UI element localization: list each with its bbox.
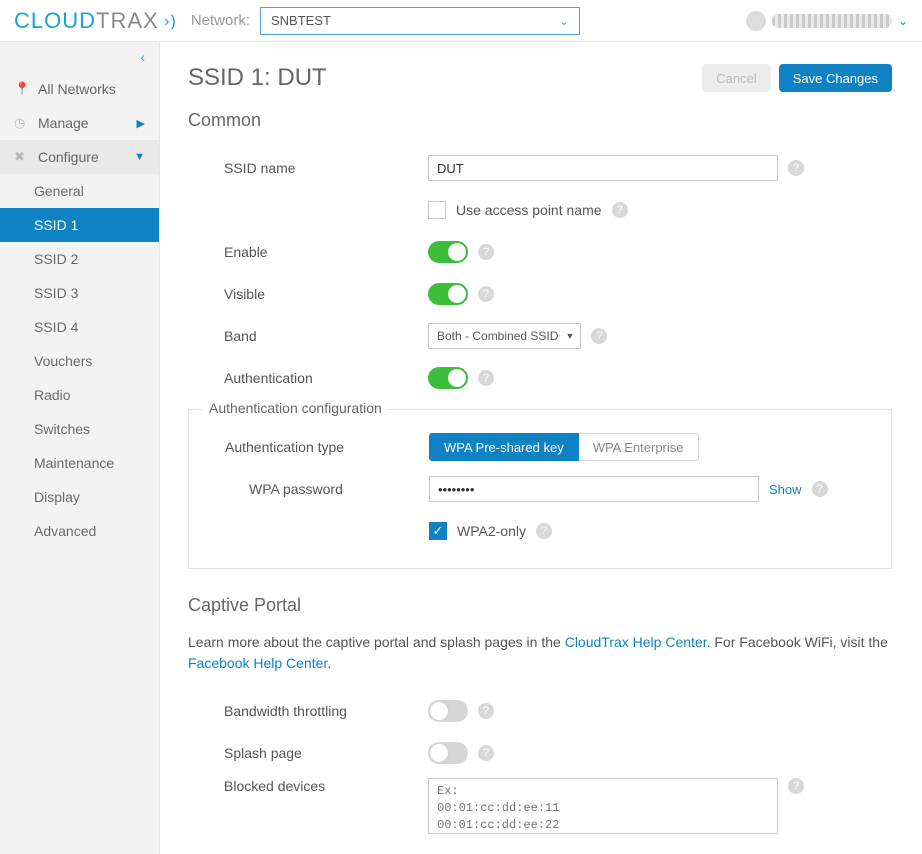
- section-captive: Captive Portal: [188, 595, 892, 616]
- use-ap-name-checkbox[interactable]: [428, 201, 446, 219]
- chevron-left-icon: ‹: [140, 49, 145, 65]
- help-icon[interactable]: ?: [788, 778, 804, 794]
- user-menu[interactable]: [772, 14, 892, 28]
- nav-sub-display[interactable]: Display: [0, 480, 159, 514]
- visible-label: Visible: [188, 286, 428, 302]
- wpa2-only-label: WPA2-only: [457, 523, 526, 539]
- nav-sub-ssid1[interactable]: SSID 1: [0, 208, 159, 242]
- wpa2-only-checkbox[interactable]: ✓: [429, 522, 447, 540]
- ssid-name-input[interactable]: [428, 155, 778, 181]
- show-password-link[interactable]: Show: [769, 482, 802, 497]
- nav-configure[interactable]: ✖ Configure ▼: [0, 140, 159, 174]
- save-button[interactable]: Save Changes: [779, 64, 892, 92]
- help-icon[interactable]: ?: [478, 244, 494, 260]
- auth-toggle[interactable]: [428, 367, 468, 389]
- nav-all-networks[interactable]: 📍 All Networks: [0, 72, 159, 106]
- signal-icon: ›): [159, 13, 177, 30]
- use-ap-name-label: Use access point name: [456, 202, 602, 218]
- help-icon[interactable]: ?: [812, 481, 828, 497]
- band-select[interactable]: Both - Combined SSID: [428, 323, 581, 349]
- brand-part2: TRAX: [96, 8, 159, 33]
- auth-type-psk[interactable]: WPA Pre-shared key: [429, 433, 579, 461]
- network-select-value: SNBTEST: [271, 13, 331, 28]
- chevron-down-icon[interactable]: ⌄: [898, 14, 908, 28]
- auth-config-fieldset: Authentication configuration Authenticat…: [188, 409, 892, 569]
- auth-type-segmented: WPA Pre-shared key WPA Enterprise: [429, 433, 699, 461]
- nav-label: Configure: [38, 149, 99, 165]
- brand-logo: CLOUDTRAX ›): [14, 8, 177, 34]
- enable-label: Enable: [188, 244, 428, 260]
- auth-type-enterprise[interactable]: WPA Enterprise: [579, 433, 699, 461]
- gauge-icon: ◷: [14, 115, 28, 131]
- help-icon[interactable]: ?: [478, 703, 494, 719]
- topbar-right: ⌄: [746, 11, 908, 31]
- help-icon[interactable]: ?: [612, 202, 628, 218]
- nav-sub-switches[interactable]: Switches: [0, 412, 159, 446]
- visible-toggle[interactable]: [428, 283, 468, 305]
- enable-toggle[interactable]: [428, 241, 468, 263]
- wpa-password-input[interactable]: [429, 476, 759, 502]
- bandwidth-throttling-toggle[interactable]: [428, 700, 468, 722]
- nav-sub-maintenance[interactable]: Maintenance: [0, 446, 159, 480]
- captive-intro: Learn more about the captive portal and …: [188, 632, 892, 674]
- wpa-password-label: WPA password: [189, 481, 429, 497]
- caret-right-icon: ▶: [137, 117, 145, 130]
- bandwidth-throttling-label: Bandwidth throttling: [188, 703, 428, 719]
- cancel-button[interactable]: Cancel: [702, 64, 770, 92]
- nav-label: Manage: [38, 115, 89, 131]
- topbar: CLOUDTRAX ›) Network: SNBTEST ⌄ ⌄: [0, 0, 922, 42]
- help-icon[interactable]: ?: [591, 328, 607, 344]
- nav-label: All Networks: [38, 81, 116, 97]
- help-icon[interactable]: ?: [478, 370, 494, 386]
- chevron-down-icon: ⌄: [559, 14, 569, 28]
- nav-manage[interactable]: ◷ Manage ▶: [0, 106, 159, 140]
- blocked-devices-input[interactable]: [428, 778, 778, 834]
- section-common: Common: [188, 110, 892, 131]
- help-icon[interactable]: ?: [788, 160, 804, 176]
- band-label: Band: [188, 328, 428, 344]
- nav-sub-ssid2[interactable]: SSID 2: [0, 242, 159, 276]
- auth-type-label: Authentication type: [189, 439, 429, 455]
- nav-sub-vouchers[interactable]: Vouchers: [0, 344, 159, 378]
- facebook-help-link[interactable]: Facebook Help Center: [188, 655, 327, 671]
- network-label: Network:: [191, 12, 250, 29]
- avatar-icon: [746, 11, 766, 31]
- nav-sub-ssid3[interactable]: SSID 3: [0, 276, 159, 310]
- auth-config-legend: Authentication configuration: [203, 400, 388, 416]
- cloudtrax-help-link[interactable]: CloudTrax Help Center: [565, 634, 707, 650]
- help-icon[interactable]: ?: [478, 286, 494, 302]
- page-title: SSID 1: DUT: [188, 64, 327, 92]
- splash-page-toggle[interactable]: [428, 742, 468, 764]
- collapse-sidebar[interactable]: ‹: [0, 42, 159, 72]
- sidebar: ‹ 📍 All Networks ◷ Manage ▶ ✖ Configure …: [0, 42, 160, 854]
- auth-label: Authentication: [188, 370, 428, 386]
- content: SSID 1: DUT Cancel Save Changes Common S…: [160, 42, 922, 854]
- blocked-devices-label: Blocked devices: [188, 778, 428, 794]
- help-icon[interactable]: ?: [478, 745, 494, 761]
- ssid-name-label: SSID name: [188, 160, 428, 176]
- pin-icon: 📍: [14, 81, 28, 97]
- splash-page-label: Splash page: [188, 745, 428, 761]
- brand-part1: CLOUD: [14, 8, 96, 33]
- tools-icon: ✖: [14, 149, 28, 165]
- network-select[interactable]: SNBTEST ⌄: [260, 7, 580, 35]
- nav-sub-general[interactable]: General: [0, 174, 159, 208]
- nav-sub-advanced[interactable]: Advanced: [0, 514, 159, 548]
- caret-down-icon: ▼: [134, 151, 145, 163]
- nav-sub-ssid4[interactable]: SSID 4: [0, 310, 159, 344]
- help-icon[interactable]: ?: [536, 523, 552, 539]
- nav-sub-radio[interactable]: Radio: [0, 378, 159, 412]
